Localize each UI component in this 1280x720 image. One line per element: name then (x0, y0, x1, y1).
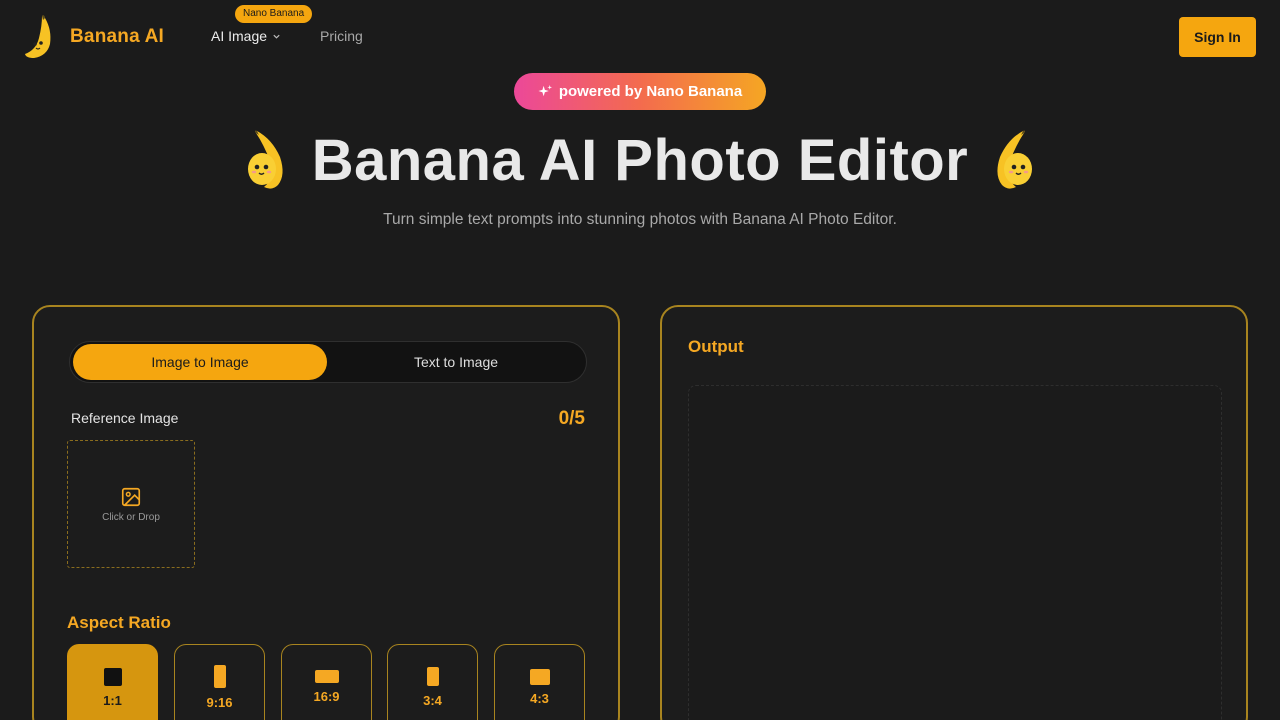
landscape-shape-icon (529, 669, 550, 685)
tab-image-to-image[interactable]: Image to Image (73, 344, 327, 380)
ratio-label: 3:4 (423, 693, 442, 708)
powered-by-text: powered by Nano Banana (558, 83, 743, 100)
mode-tabs: Image to Image Text to Image (69, 341, 587, 383)
output-canvas (688, 385, 1222, 720)
portrait-shape-icon (213, 665, 226, 688)
portrait-shape-icon (426, 667, 439, 686)
ratio-option-1-1[interactable]: 1:1 (67, 644, 158, 720)
banana-mascot-icon (25, 15, 51, 59)
powered-by-badge: powered by Nano Banana (514, 73, 766, 110)
ratio-option-9-16[interactable]: 9:16 (174, 644, 265, 720)
aspect-ratio-label: Aspect Ratio (67, 613, 171, 632)
sparkle-icon (538, 84, 552, 97)
tab-text-to-image[interactable]: Text to Image (329, 344, 583, 380)
hero-subtitle: Turn simple text prompts into stunning p… (383, 211, 897, 228)
ratio-label: 9:16 (206, 695, 233, 710)
nav-ai-image[interactable]: AI Image (211, 28, 281, 44)
sign-in-button[interactable]: Sign In (1179, 17, 1256, 57)
output-title: Output (688, 337, 744, 356)
hero-heading: Banana AI Photo Editor (0, 124, 1280, 196)
ratio-label: 4:3 (530, 691, 549, 706)
ratio-label: 1:1 (103, 693, 122, 708)
banana-emoji-icon (997, 130, 1033, 189)
nav-ai-image-label: AI Image (211, 28, 268, 44)
landscape-shape-icon (314, 670, 339, 683)
ratio-label: 16:9 (313, 689, 340, 704)
square-shape-icon (103, 668, 122, 686)
site-header: Banana AI Nano Banana AI Image Pricing S… (0, 0, 1280, 74)
image-icon (121, 487, 141, 506)
page-title: Banana AI Photo Editor (311, 127, 969, 193)
nano-banana-badge: Nano Banana (235, 5, 313, 23)
dropzone-text: Click or Drop (102, 511, 160, 523)
brand-logo[interactable]: Banana AI (22, 14, 164, 60)
banana-emoji-icon (247, 130, 283, 189)
input-panel: Image to Image Text to Image Reference I… (32, 305, 620, 720)
nav-pricing[interactable]: Pricing (320, 28, 363, 44)
brand-name: Banana AI (70, 26, 165, 47)
chevron-down-icon (273, 34, 280, 39)
ratio-option-3-4[interactable]: 3:4 (387, 644, 478, 720)
ratio-option-4-3[interactable]: 4:3 (494, 644, 585, 720)
image-upload-dropzone[interactable]: Click or Drop (67, 440, 195, 568)
output-panel: Output (660, 305, 1248, 720)
reference-image-count: 0/5 (558, 408, 585, 429)
ratio-option-16-9[interactable]: 16:9 (281, 644, 372, 720)
reference-image-label: Reference Image (71, 410, 179, 426)
nav-pricing-label: Pricing (320, 28, 363, 44)
